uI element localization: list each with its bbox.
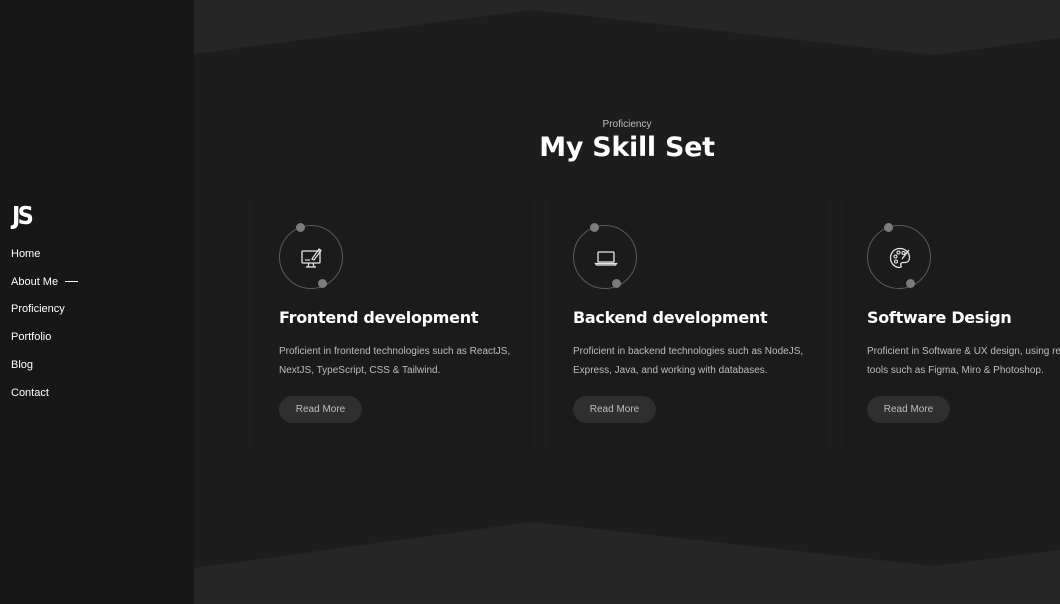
nav-item-contact[interactable]: Contact [11,379,78,407]
ring-dot [296,223,305,232]
nav-item-label: Contact [11,386,49,399]
main-content: Proficiency My Skill Set Frontend develo… [194,0,1060,604]
ring-dot [612,279,621,288]
nav-item-portfolio[interactable]: Portfolio [11,323,78,351]
sidebar-nav: Home About Me Proficiency Portfolio Blog… [11,240,79,407]
active-indicator [65,281,79,283]
card-description: Proficient in Software & UX design, usin… [867,346,1060,376]
card-title: Frontend development [279,308,479,327]
icon-ring [573,223,637,289]
nav-item-label: About Me [11,275,59,288]
ring-dot [318,279,327,288]
read-more-button[interactable]: Read More [573,396,656,423]
laptop-icon [594,251,618,266]
nav-item-proficiency[interactable]: Proficiency [11,296,78,324]
nav-item-label: Blog [11,359,34,372]
skill-card-frontend: Frontend development Proficient in front… [254,200,534,448]
ring-dot [884,223,893,232]
monitor-design-icon [301,248,322,268]
skill-card-design: Software Design Proficient in Software &… [842,200,1060,448]
nav-item-blog[interactable]: Blog [11,351,78,379]
nav-item-about-me[interactable]: About Me [11,268,79,296]
site-logo[interactable]: JS [12,201,34,230]
section-eyebrow: Proficiency [602,119,652,130]
card-title: Software Design [867,308,1012,327]
page: JS Home About Me Proficiency Portfolio B… [0,0,1060,604]
nav-item-label: Portfolio [11,331,52,344]
sidebar: JS Home About Me Proficiency Portfolio B… [0,0,194,604]
section-title: My Skill Set [539,132,715,163]
card-title: Backend development [573,308,768,327]
nav-item-label: Home [11,247,41,260]
icon-ring [279,223,343,289]
card-description: Proficient in frontend technologies such… [279,346,511,376]
read-more-button[interactable]: Read More [279,396,362,423]
skill-card-backend: Backend development Proficient in backen… [548,200,828,448]
ring-dot [906,279,915,288]
read-more-button[interactable]: Read More [867,396,950,423]
icon-ring [867,223,931,289]
ring-dot [590,223,599,232]
card-description: Proficient in backend technologies such … [573,346,804,376]
nav-item-label: Proficiency [11,303,65,316]
palette-icon [889,247,911,269]
nav-item-home[interactable]: Home [11,240,78,268]
